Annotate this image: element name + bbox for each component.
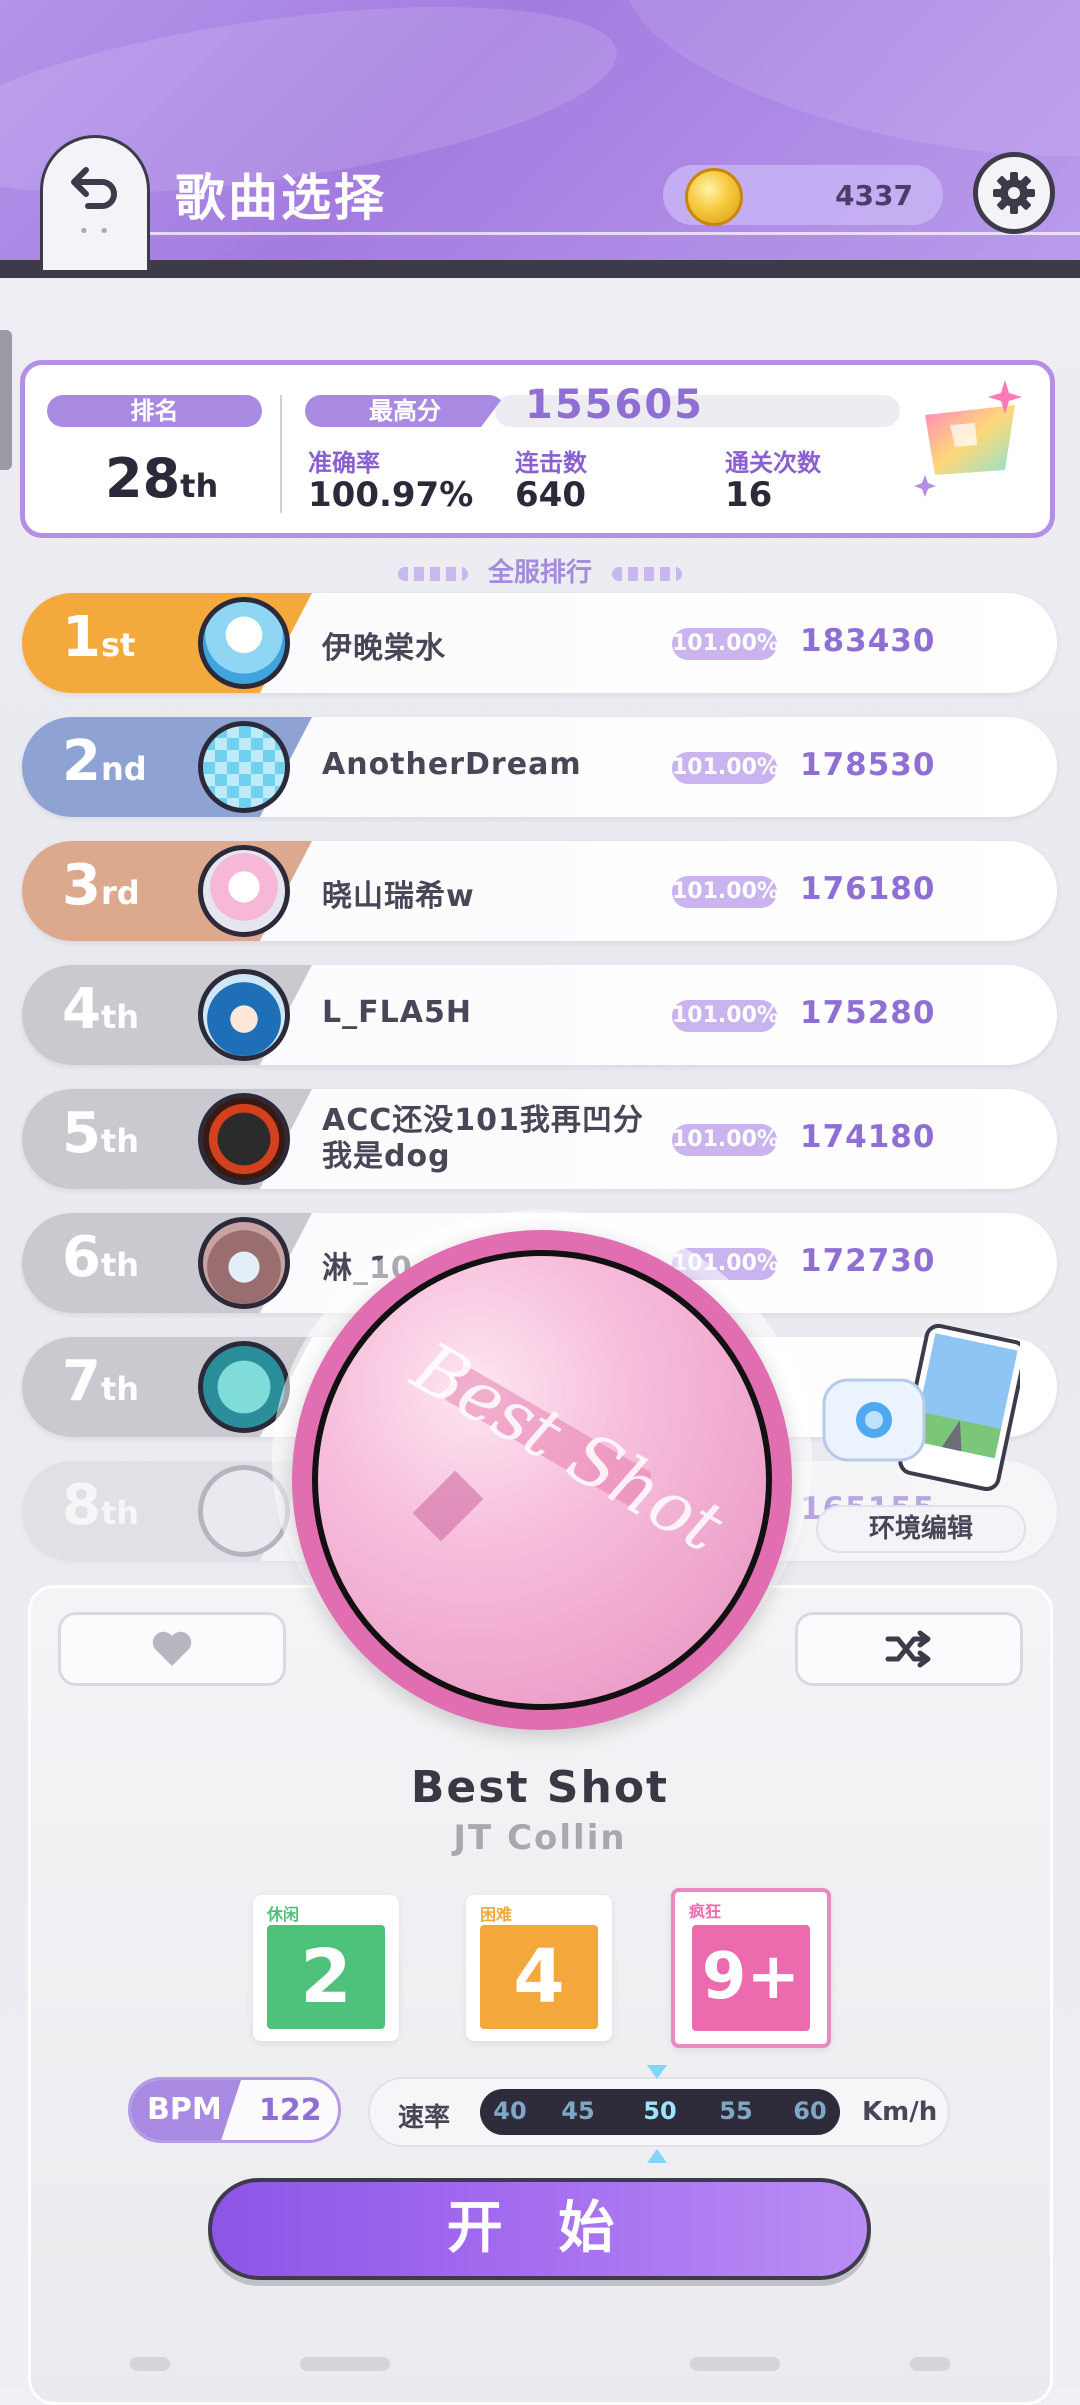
rank-label: 排名 [47, 395, 262, 427]
avatar [198, 1217, 290, 1309]
footer-decoration [130, 2357, 950, 2371]
avatar [198, 845, 290, 937]
page-title: 歌曲选择 [175, 169, 387, 227]
speed-marker-top-icon [647, 2065, 667, 2079]
speed-option[interactable]: 45 [548, 2097, 608, 2125]
difficulty-label: 休闲 [267, 1905, 300, 1924]
personal-stats-card: 排名 28th 最高分 155605 准确率 100.97% 连击数 640 通… [20, 360, 1055, 538]
player-name: 晓山瑞希w [322, 879, 475, 914]
highscore-value: 155605 [525, 382, 704, 428]
avatar [198, 1093, 290, 1185]
speed-unit: Km/h [862, 2097, 938, 2127]
avatar [198, 597, 290, 689]
bpm-label: BPM [131, 2080, 241, 2140]
coin-count: 4337 [835, 178, 913, 212]
clears-value: 16 [725, 475, 773, 515]
difficulty-casual[interactable]: 休闲 2 [253, 1895, 399, 2041]
bpm-display: BPM 122 [128, 2077, 341, 2143]
player-name: AnotherDream [322, 747, 582, 782]
highscore-label: 最高分 [305, 395, 505, 427]
settings-button[interactable] [973, 152, 1055, 234]
difficulty-label: 疯狂 [689, 1902, 722, 1921]
accuracy-label: 准确率 [308, 449, 380, 477]
leaderboard-row[interactable]: 3rd 晓山瑞希w 101.00% 176180 [22, 841, 1057, 941]
back-button[interactable]: • • [40, 135, 150, 270]
accuracy-badge: 101.00% [672, 1000, 779, 1032]
song-cover-art: Best Shot [312, 1250, 772, 1710]
server-rank-label: 全服排行 [487, 558, 592, 588]
player-score: 175280 [800, 995, 936, 1031]
header [0, 0, 1080, 265]
accuracy-badge: 101.00% [672, 752, 779, 784]
environment-edit-button[interactable]: 环境编辑 [816, 1505, 1026, 1553]
difficulty-hard[interactable]: 困难 4 [466, 1895, 612, 2041]
server-rank-heading: 全服排行 [0, 552, 1080, 589]
bpm-value: 122 [259, 2093, 322, 2128]
song-artist: JT Collin [453, 1818, 627, 1858]
gear-icon [993, 172, 1035, 214]
difficulty-level: 2 [267, 1925, 385, 2029]
speed-marker-bottom-icon [647, 2149, 667, 2163]
leaderboard-row[interactable]: 5th ACC还没101我再凹分 我是dog 101.00% 174180 [22, 1089, 1057, 1189]
speed-option[interactable]: 55 [706, 2097, 766, 2125]
rank-value: 28th [105, 447, 218, 510]
divider [280, 395, 282, 513]
accuracy-badge: 101.00% [672, 1124, 779, 1156]
player-score: 176180 [800, 871, 936, 907]
speed-option-selected[interactable]: 50 [630, 2097, 690, 2125]
avatar [198, 969, 290, 1061]
cover-art-text: Best Shot [399, 1325, 737, 1569]
speed-option[interactable]: 40 [480, 2097, 540, 2125]
side-handle[interactable] [0, 330, 12, 470]
speed-selector[interactable]: 速率 40 45 50 55 60 Km/h [368, 2077, 950, 2147]
grade-badge-icon [914, 380, 1022, 497]
leaderboard-row[interactable]: 1st 伊晚棠水 101.00% 183430 [22, 593, 1057, 693]
clears-label: 通关次数 [725, 449, 821, 477]
combo-value: 640 [515, 475, 586, 515]
difficulty-label: 困难 [480, 1905, 513, 1924]
song-cover-disc[interactable]: Best Shot [292, 1230, 792, 1730]
avatar [198, 721, 290, 813]
wave-decoration [612, 566, 682, 581]
player-score: 174180 [800, 1119, 936, 1155]
favorite-button[interactable] [58, 1612, 286, 1686]
accuracy-badge: 101.00% [672, 628, 779, 660]
header-line [150, 232, 1080, 235]
difficulty-level: 9+ [692, 1925, 810, 2031]
wave-decoration [397, 566, 468, 581]
accuracy-value: 100.97% [308, 475, 474, 515]
leaderboard-row[interactable]: 4th L_FLA5H 101.00% 175280 [22, 965, 1057, 1065]
cover-art-decoration [412, 1470, 484, 1542]
back-arrow-icon [71, 167, 117, 209]
leaderboard-row[interactable]: 2nd AnotherDream 101.00% 178530 [22, 717, 1057, 817]
player-name: L_FLA5H [322, 995, 472, 1030]
rank-suffix: th [180, 467, 219, 505]
heart-icon [152, 1631, 192, 1666]
player-name: ACC还没101我再凹分 我是dog [322, 1103, 644, 1174]
shuffle-button[interactable] [795, 1612, 1023, 1686]
song-title: Best Shot [410, 1762, 670, 1813]
player-score: 178530 [800, 747, 936, 783]
speed-option[interactable]: 60 [780, 2097, 840, 2125]
combo-label: 连击数 [515, 449, 587, 477]
tab-dots-decoration: • • [78, 221, 112, 242]
difficulty-crazy[interactable]: 疯狂 9+ [671, 1888, 831, 2048]
environment-edit-icon[interactable] [820, 1320, 1020, 1500]
rank-number: 28 [105, 447, 181, 510]
header-bar [0, 260, 1080, 278]
coin-icon [685, 168, 743, 226]
player-score: 183430 [800, 623, 936, 659]
difficulty-level: 4 [480, 1925, 598, 2029]
speed-track[interactable]: 40 45 50 55 60 [480, 2089, 840, 2135]
player-name: 伊晚棠水 [322, 631, 446, 666]
accuracy-badge: 101.00% [672, 876, 779, 908]
shuffle-icon [885, 1630, 931, 1668]
speed-label: 速率 [398, 2103, 451, 2133]
start-button[interactable]: 开 始 [208, 2178, 871, 2280]
player-score: 172730 [800, 1243, 936, 1279]
